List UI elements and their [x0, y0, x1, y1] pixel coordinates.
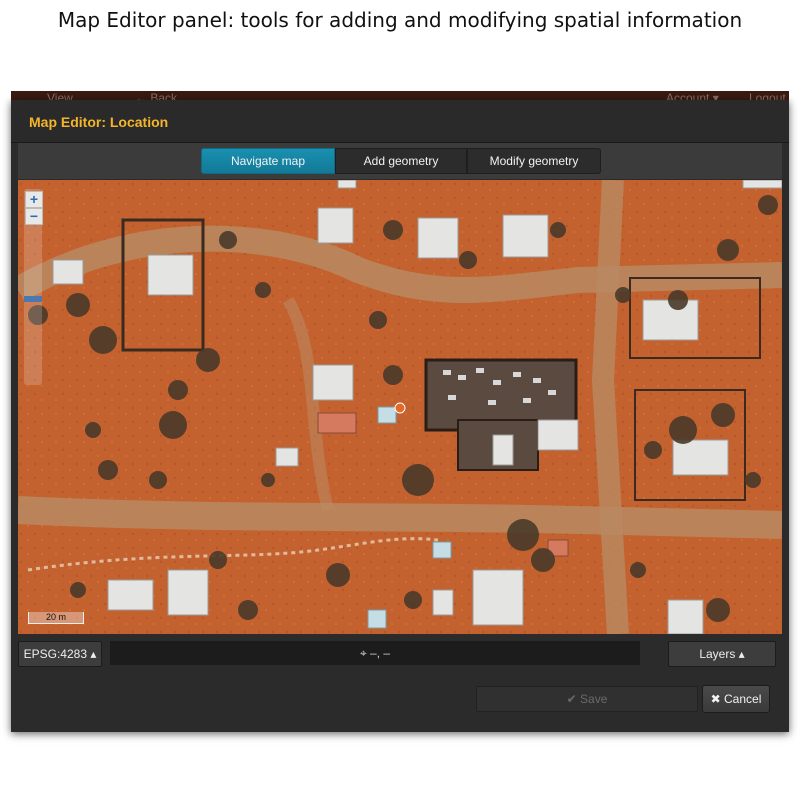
tab-modify-geometry[interactable]: Modify geometry	[467, 148, 601, 174]
location-marker[interactable]	[394, 402, 406, 414]
map-status-bar: EPSG:4283 ▴ ⌖ –, – Layers ▴	[18, 634, 782, 674]
map-canvas[interactable]: + − 20 m	[18, 180, 782, 634]
zoom-slider-handle[interactable]	[24, 295, 42, 302]
save-button[interactable]: ✔ Save	[476, 686, 698, 712]
projection-dropdown[interactable]: EPSG:4283 ▴	[18, 641, 102, 667]
dialog-title: Map Editor: Location	[29, 114, 169, 130]
coordinate-readout: ⌖ –, –	[110, 641, 640, 665]
cancel-button[interactable]: ✖ Cancel	[702, 685, 770, 713]
scale-bar: 20 m	[28, 612, 84, 624]
page-caption: Map Editor panel: tools for adding and m…	[57, 8, 743, 32]
mode-toolbar: Navigate map Add geometry Modify geometr…	[18, 143, 782, 179]
dialog-footer: ✔ Save ✖ Cancel	[11, 674, 789, 732]
dialog-header: Map Editor: Location	[11, 100, 789, 143]
map-editor-dialog: Map Editor: Location Navigate map Add ge…	[11, 100, 789, 732]
tab-add-geometry[interactable]: Add geometry	[335, 148, 467, 174]
layers-dropdown[interactable]: Layers ▴	[668, 641, 776, 667]
tab-navigate-map[interactable]: Navigate map	[201, 148, 335, 174]
aerial-imagery	[18, 180, 782, 634]
mode-segmented-control: Navigate map Add geometry Modify geometr…	[201, 148, 601, 174]
zoom-out-button[interactable]: −	[25, 208, 43, 225]
zoom-in-button[interactable]: +	[25, 191, 43, 208]
